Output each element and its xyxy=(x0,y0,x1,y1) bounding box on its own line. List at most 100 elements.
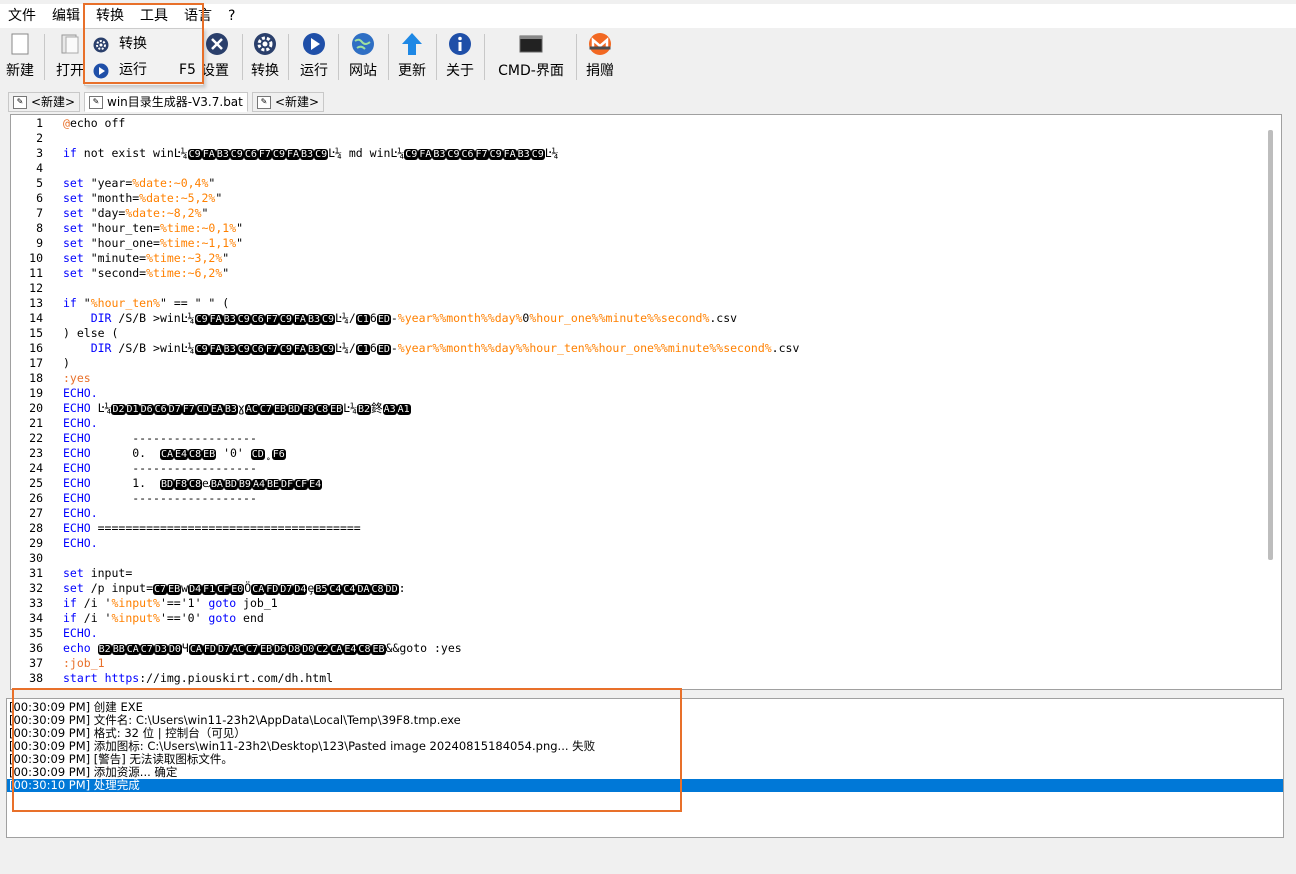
line-number: 33 xyxy=(29,596,43,610)
code-line: 6 set "month=%date:~5,2%" xyxy=(11,191,1261,206)
code-line: 19 ECHO. xyxy=(11,386,1261,401)
line-number: 6 xyxy=(36,191,43,205)
code-text: set "second=%time:~6,2%" xyxy=(63,266,230,280)
code-line: 38 start https://img.piouskirt.com/dh.htm… xyxy=(11,671,1261,686)
code-text: set "hour_ten=%time:~0,1%" xyxy=(63,221,244,235)
website-button[interactable]: 网站 xyxy=(342,28,384,88)
code-text: :yes xyxy=(63,371,91,385)
code-text: ) else ( xyxy=(63,326,119,340)
menu-help[interactable]: ? xyxy=(222,4,241,28)
globe-icon xyxy=(351,32,375,56)
code-line: 8 set "hour_ten=%time:~0,1%" xyxy=(11,221,1261,236)
code-text: DIR /S/B >winĿ¼C9 FA B3 C9 C6 F7 C9 FA B3 C9Ŀ¼/C1… xyxy=(90,311,738,325)
line-number: 25 xyxy=(29,476,43,490)
code-line: 22 ECHO ------------------ xyxy=(11,431,1261,446)
line-number: 5 xyxy=(36,176,43,190)
code-line: 1 @echo off xyxy=(11,116,1261,131)
line-number: 2 xyxy=(36,131,43,145)
code-line: 25 ECHO 1. BD F8 C8ⱸBA BD B9 A4 BE DF CF E4 xyxy=(11,476,1261,491)
line-number: 36 xyxy=(29,641,43,655)
code-line: 36 echo B2 BB CA C7 D3 D0ЧCA FD D7 AC C7 EB D6 D8 D0 C2… xyxy=(11,641,1261,656)
code-text: :job_1 xyxy=(63,656,105,670)
window-scrollbar[interactable] xyxy=(1286,90,1296,688)
code-text: ECHO. xyxy=(63,416,98,430)
code-editor[interactable]: 1 @echo off 2 3 if not exist winĿ¼C9 FA B3 C9 C6… xyxy=(10,114,1282,690)
code-line: 26 ECHO ------------------ xyxy=(11,491,1261,506)
terminal-icon xyxy=(519,32,543,56)
code-text: ECHO ------------------ xyxy=(63,461,257,475)
tab-bar: ✎ <新建> ✎ win目录生成器-V3.7.bat ✎ <新建> xyxy=(0,90,1296,112)
gear-icon xyxy=(253,32,277,56)
code-line: 33 if /i '%input%'=='1' goto job_1 xyxy=(11,596,1261,611)
line-number: 13 xyxy=(29,296,43,310)
cmd-interface-button[interactable]: CMD-界面 xyxy=(490,28,572,88)
code-text: set /p input=C7EBwD4F1CFE0ӦCAFDD7ֵD4ȩB5C… xyxy=(63,581,406,595)
code-text: start https://img.piouskirt.com/dh.html xyxy=(63,671,334,685)
update-button[interactable]: 更新 xyxy=(392,28,432,88)
code-text: ECHO. xyxy=(63,506,98,520)
code-line: 3 if not exist winĿ¼C9 FA B3 C9 C6 F7 C9 FA B3 C9Ŀ… xyxy=(11,146,1261,161)
code-text: ECHO. xyxy=(63,626,98,640)
line-number: 31 xyxy=(29,566,43,580)
open-file-icon xyxy=(58,32,82,56)
code-line: 31 set input= xyxy=(11,566,1261,581)
code-text: echo B2 BB CA C7 D3 D0ЧCA FD D7 AC C7 EB D6 D8 D0 C2 CA… xyxy=(63,641,462,655)
code-line: 4 xyxy=(11,161,1261,176)
line-number: 35 xyxy=(29,626,43,640)
log-highlight-box xyxy=(12,688,682,812)
new-button[interactable]: 新建 xyxy=(0,28,40,88)
line-number: 23 xyxy=(29,446,43,460)
code-line: 27 ECHO. xyxy=(11,506,1261,521)
code-line: 15) else ( xyxy=(11,326,1261,341)
code-line: 30 xyxy=(11,551,1261,566)
code-line: 2 xyxy=(11,131,1261,146)
code-text: @echo off xyxy=(63,116,126,130)
line-number: 1 xyxy=(36,116,43,130)
editor-scrollbar-thumb[interactable] xyxy=(1268,130,1273,560)
line-number: 7 xyxy=(36,206,43,220)
code-text: set "month=%date:~5,2%" xyxy=(63,191,223,205)
code-text: ECHO. xyxy=(63,386,98,400)
donate-button[interactable]: 捐赠 xyxy=(580,28,620,88)
about-button[interactable]: 关于 xyxy=(440,28,480,88)
line-number: 16 xyxy=(29,341,43,355)
code-line: 11 set "second=%time:~6,2%" xyxy=(11,266,1261,281)
code-text: ECHO ------------------ xyxy=(63,491,257,505)
line-number: 14 xyxy=(29,311,43,325)
line-number: 26 xyxy=(29,491,43,505)
code-line: 14 DIR /S/B >winĿ¼C9 FA B3 C9 C6 F7 C9 FA B3 C9Ŀ¼… xyxy=(11,311,1261,326)
menu-file[interactable]: 文件 xyxy=(2,4,42,28)
run-button[interactable]: 运行 xyxy=(294,28,334,88)
document-icon: ✎ xyxy=(257,96,271,109)
tab-win-dir-generator[interactable]: ✎ win目录生成器-V3.7.bat xyxy=(84,92,248,112)
line-number: 12 xyxy=(29,281,43,295)
code-line: 10 set "minute=%time:~3,2%" xyxy=(11,251,1261,266)
code-text: ECHO 1. BD F8 C8ⱸBA BD B9 A4 BE DF CF E4 xyxy=(63,476,323,490)
code-text: set "hour_one=%time:~1,1%" xyxy=(63,236,244,250)
code-line: 23 ECHO 0. CA E4 C8 EB '0' CD˳F6 xyxy=(11,446,1261,461)
code-line: 5 set "year=%date:~0,4%" xyxy=(11,176,1261,191)
line-number: 34 xyxy=(29,611,43,625)
line-number: 21 xyxy=(29,416,43,430)
line-number: 22 xyxy=(29,431,43,445)
code-line: 35 ECHO. xyxy=(11,626,1261,641)
code-line: 7 set "day=%date:~8,2%" xyxy=(11,206,1261,221)
code-text: if /i '%input%'=='0' goto end xyxy=(63,611,264,625)
code-line: 29 ECHO. xyxy=(11,536,1261,551)
code-text: ECHO ===================================… xyxy=(63,521,361,535)
code-text: ) xyxy=(63,356,70,370)
convert-button[interactable]: 转换 xyxy=(246,28,284,88)
line-number: 10 xyxy=(29,251,43,265)
line-number: 3 xyxy=(36,146,43,160)
menu-edit[interactable]: 编辑 xyxy=(46,4,86,28)
code-line: 16 DIR /S/B >winĿ¼C9 FA B3 C9 C6 F7 C9 FA B3 C9Ŀ¼… xyxy=(11,341,1261,356)
code-line: 12 xyxy=(11,281,1261,296)
code-text: set "minute=%time:~3,2%" xyxy=(63,251,230,265)
arrow-up-icon xyxy=(400,32,424,56)
line-number: 9 xyxy=(36,236,43,250)
tab-new-1[interactable]: ✎ <新建> xyxy=(8,92,81,112)
document-icon: ✎ xyxy=(89,96,103,109)
code-line: 21 ECHO. xyxy=(11,416,1261,431)
code-text: if /i '%input%'=='1' goto job_1 xyxy=(63,596,278,610)
tab-new-2[interactable]: ✎ <新建> xyxy=(252,92,325,112)
